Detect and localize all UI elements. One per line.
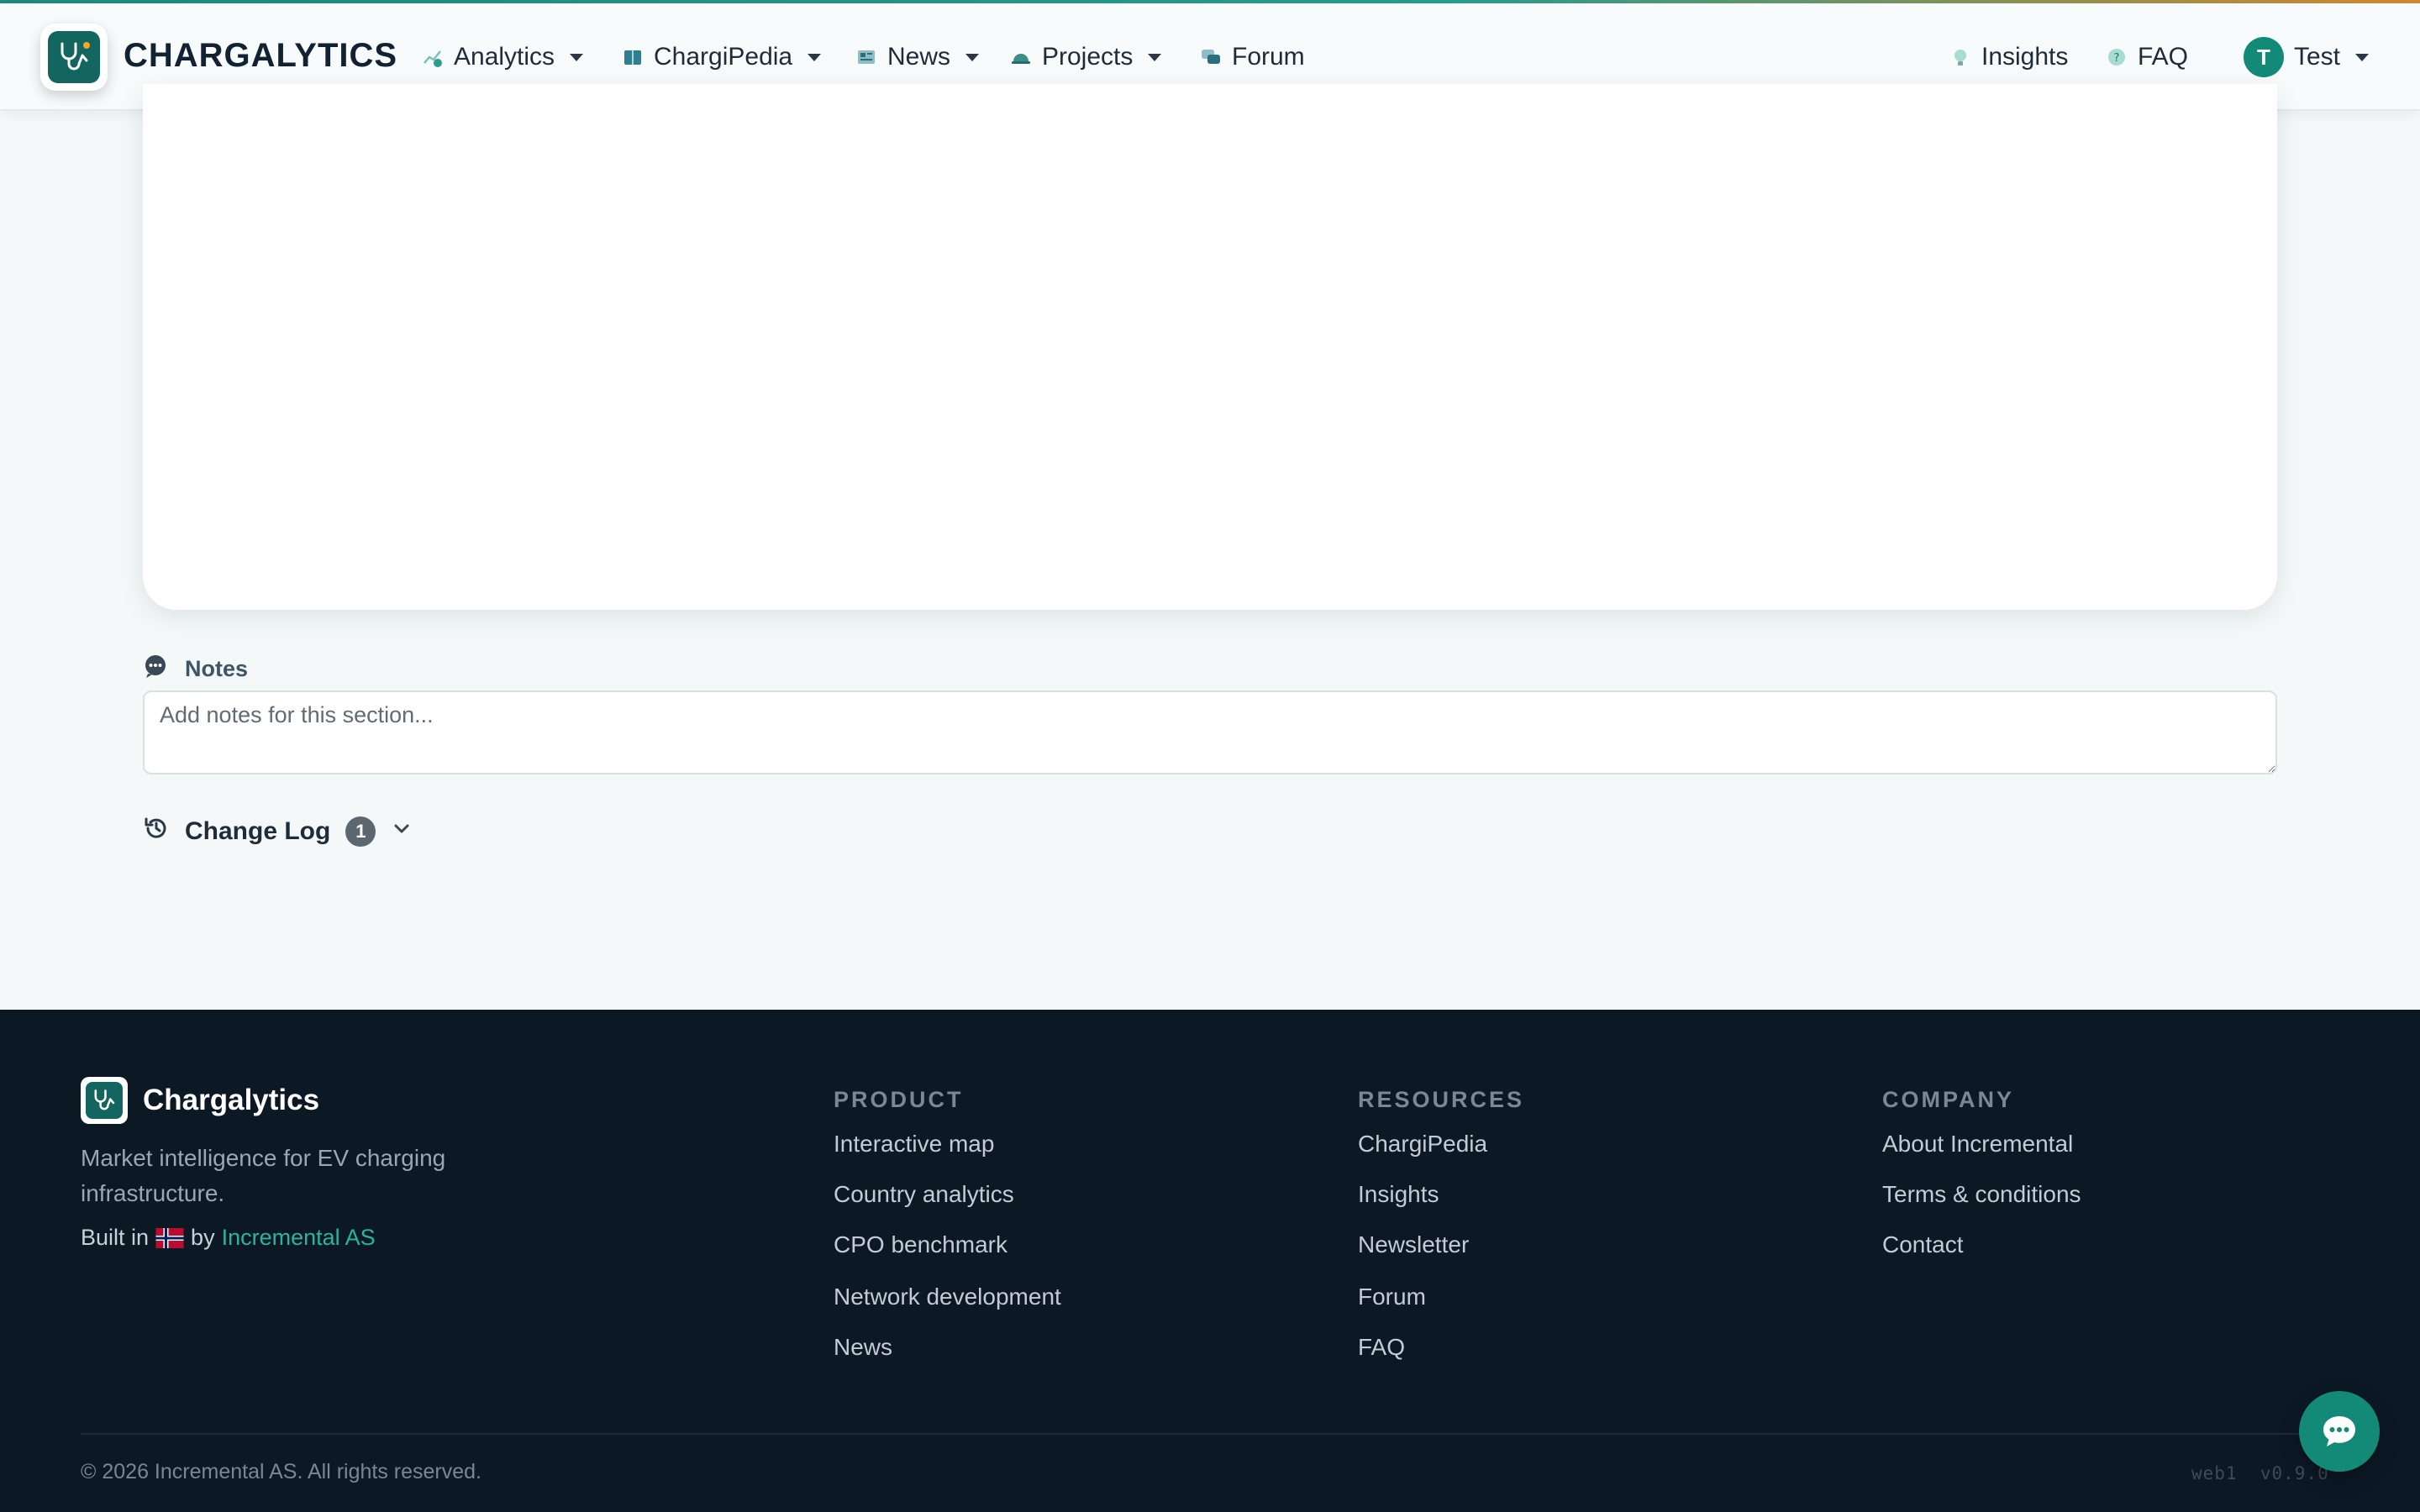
site-footer: Chargalytics Market intelligence for EV … <box>0 1010 2420 1512</box>
nav-faq[interactable]: ? FAQ <box>2106 40 2188 74</box>
footer-link-chargipedia[interactable]: ChargiPedia <box>1358 1131 1487 1158</box>
comment-dots-icon <box>143 654 168 685</box>
footer-link-interactive-map[interactable]: Interactive map <box>834 1131 994 1158</box>
chevron-down-icon <box>570 53 584 61</box>
footer-copyright: © 2026 Incremental AS. All rights reserv… <box>81 1460 481 1483</box>
footer-built-in: Built in by Incremental AS <box>81 1225 376 1251</box>
changelog-count-badge: 1 <box>345 816 376 847</box>
nav-insights-label: Insights <box>1981 43 2069 71</box>
user-menu[interactable]: T Test <box>2244 37 2370 77</box>
avatar: T <box>2244 37 2284 77</box>
nav-faq-label: FAQ <box>2138 43 2189 71</box>
nav-analytics-label: Analytics <box>454 43 555 71</box>
nav-forum-label: Forum <box>1232 43 1305 71</box>
user-name: Test <box>2294 43 2341 71</box>
stethoscope-chart-icon <box>60 42 90 71</box>
changelog-toggle[interactable]: Change Log 1 <box>143 815 413 848</box>
history-icon <box>143 815 170 848</box>
footer-logo[interactable] <box>81 1077 128 1124</box>
chat-icon <box>2323 1416 2355 1446</box>
lightbulb-icon <box>1949 46 1971 68</box>
stethoscope-chart-icon <box>94 1089 115 1110</box>
chevron-down-icon <box>2355 53 2370 61</box>
notes-textarea[interactable] <box>143 690 2277 774</box>
book-icon <box>622 46 644 68</box>
footer-link-contact[interactable]: Contact <box>1882 1231 1964 1258</box>
nav-news[interactable]: News <box>855 40 980 74</box>
footer-link-about[interactable]: About Incremental <box>1882 1131 2073 1158</box>
nav-news-label: News <box>887 43 951 71</box>
footer-link-network-development[interactable]: Network development <box>834 1284 1061 1310</box>
chevron-down-icon <box>391 817 413 846</box>
server-label: web1 <box>2191 1463 2238 1483</box>
footer-link-news[interactable]: News <box>834 1334 892 1361</box>
hardhat-icon <box>1010 46 1032 68</box>
footer-resources-title: RESOURCES <box>1358 1087 1525 1112</box>
footer-link-forum[interactable]: Forum <box>1358 1284 1426 1310</box>
footer-brand: Chargalytics <box>143 1084 320 1116</box>
chat-bubbles-icon <box>1200 46 1222 68</box>
incremental-link[interactable]: Incremental AS <box>222 1225 376 1251</box>
nav-projects-label: Projects <box>1042 43 1134 71</box>
nav-insights[interactable]: Insights <box>1949 40 2068 74</box>
footer-link-faq[interactable]: FAQ <box>1358 1334 1405 1361</box>
footer-link-cpo-benchmark[interactable]: CPO benchmark <box>834 1231 1007 1258</box>
nav-projects[interactable]: Projects <box>1010 40 1162 74</box>
brand-name[interactable]: CHARGALYTICS <box>124 37 397 75</box>
changelog-label: Change Log <box>185 817 331 845</box>
footer-link-insights[interactable]: Insights <box>1358 1181 1439 1208</box>
footer-link-terms[interactable]: Terms & conditions <box>1882 1181 2081 1208</box>
newspaper-icon <box>855 46 877 68</box>
nav-analytics[interactable]: Analytics <box>422 40 584 74</box>
footer-version: web1 v0.9.0 <box>2191 1463 2329 1483</box>
chart-growth-icon <box>422 46 444 68</box>
content-card <box>143 84 2277 610</box>
footer-product-title: PRODUCT <box>834 1087 964 1112</box>
notes-header: Notes <box>143 654 248 684</box>
svg-text:?: ? <box>2114 52 2120 65</box>
built-prefix: Built in <box>81 1225 150 1250</box>
notes-label: Notes <box>185 655 249 681</box>
footer-divider <box>81 1433 2339 1435</box>
footer-tagline: Market intelligence for EV charging infr… <box>81 1145 446 1206</box>
chevron-down-icon <box>1148 53 1162 61</box>
brand-logo[interactable] <box>40 24 108 91</box>
footer-company-title: COMPANY <box>1882 1087 2015 1112</box>
nav-chargipedia-label: ChargiPedia <box>654 43 793 71</box>
question-circle-icon: ? <box>2106 46 2128 68</box>
built-by: by <box>191 1225 215 1250</box>
chat-button[interactable] <box>2299 1391 2380 1472</box>
footer-link-country-analytics[interactable]: Country analytics <box>834 1181 1014 1208</box>
footer-link-newsletter[interactable]: Newsletter <box>1358 1231 1469 1258</box>
chevron-down-icon <box>808 53 822 61</box>
chevron-down-icon <box>965 53 980 61</box>
norway-flag-icon <box>155 1227 184 1248</box>
nav-chargipedia[interactable]: ChargiPedia <box>622 40 822 74</box>
nav-forum[interactable]: Forum <box>1200 40 1305 74</box>
